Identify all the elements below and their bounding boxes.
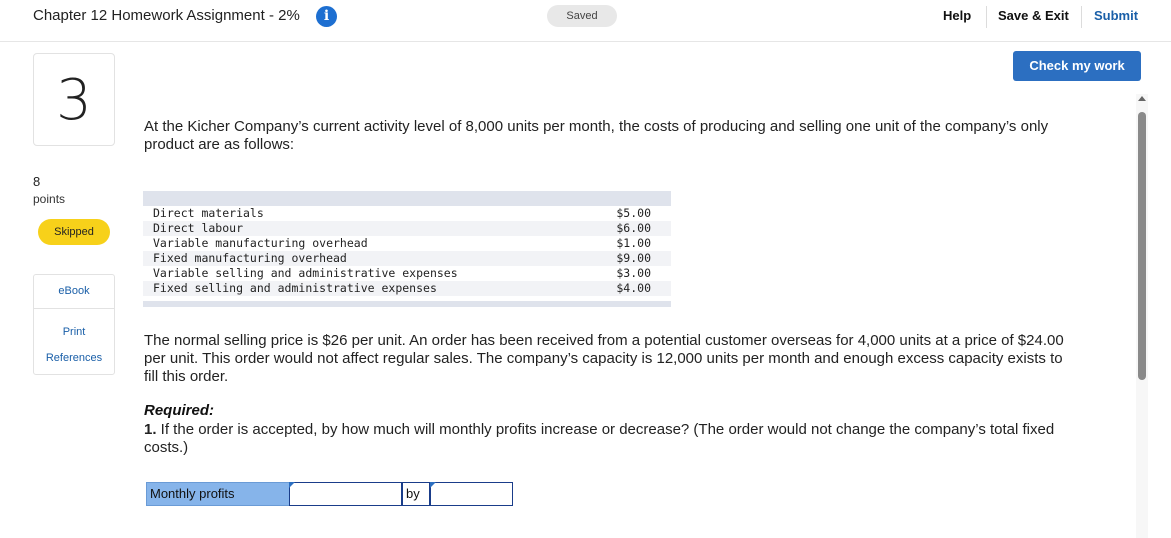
check-my-work-button[interactable]: Check my work <box>1013 51 1141 81</box>
question-number: 3 <box>33 53 115 146</box>
cost-table: Direct materials $5.00 Direct labour $6.… <box>143 191 671 307</box>
question-intro: At the Kicher Company’s current activity… <box>144 118 1049 153</box>
points-label: points <box>33 192 66 206</box>
increase-decrease-select[interactable] <box>289 482 402 506</box>
divider <box>986 6 987 28</box>
cost-value: $3.00 <box>616 266 651 280</box>
table-row: Direct materials $5.00 <box>143 206 671 221</box>
divider <box>1081 6 1082 28</box>
side-links-panel: eBook Print References <box>33 274 115 375</box>
table-row: Variable selling and administrative expe… <box>143 266 671 281</box>
points-value: 8 <box>33 174 41 189</box>
cost-label: Variable selling and administrative expe… <box>153 266 458 280</box>
save-exit-link[interactable]: Save & Exit <box>998 8 1069 23</box>
print-link[interactable]: Print <box>34 309 114 343</box>
cost-value: $9.00 <box>616 251 651 265</box>
question-details: The normal selling price is $26 per unit… <box>144 332 1064 385</box>
required-question-text: If the order is accepted, by how much wi… <box>144 421 1055 456</box>
cost-label: Direct materials <box>153 206 264 220</box>
table-footer-band <box>143 301 671 307</box>
answer-label: Monthly profits <box>146 482 290 506</box>
help-link[interactable]: Help <box>943 8 971 23</box>
table-row: Fixed selling and administrative expense… <box>143 281 671 296</box>
references-link[interactable]: References <box>34 343 114 374</box>
cost-label: Direct labour <box>153 221 244 235</box>
by-label: by <box>402 482 430 506</box>
required-heading: Required: <box>144 402 215 419</box>
table-row: Direct labour $6.00 <box>143 221 671 236</box>
input-marker-icon <box>430 482 436 488</box>
cost-label: Fixed selling and administrative expense… <box>153 281 437 295</box>
cost-value: $4.00 <box>616 281 651 295</box>
table-header-band <box>143 191 671 206</box>
submit-link[interactable]: Submit <box>1094 8 1138 23</box>
scroll-thumb[interactable] <box>1138 112 1146 380</box>
cost-value: $6.00 <box>616 221 651 235</box>
cost-label: Fixed manufacturing overhead <box>153 251 347 265</box>
required-question: 1. If the order is accepted, by how much… <box>144 421 1074 457</box>
skipped-status-badge: Skipped <box>38 219 110 245</box>
ebook-link[interactable]: eBook <box>34 275 114 309</box>
cost-label: Variable manufacturing overhead <box>153 236 368 250</box>
cost-value: $1.00 <box>616 236 651 250</box>
saved-status-badge: Saved <box>547 5 617 27</box>
info-icon[interactable]: i <box>316 6 337 27</box>
top-bar: Chapter 12 Homework Assignment - 2% i Sa… <box>0 0 1171 42</box>
scroll-up-icon[interactable] <box>1138 96 1146 101</box>
table-row: Fixed manufacturing overhead $9.00 <box>143 251 671 266</box>
scrollbar[interactable] <box>1136 94 1148 538</box>
required-number: 1. <box>144 421 157 438</box>
assignment-title: Chapter 12 Homework Assignment - 2% <box>33 7 300 24</box>
amount-input[interactable] <box>430 482 513 506</box>
table-row: Variable manufacturing overhead $1.00 <box>143 236 671 251</box>
cost-value: $5.00 <box>616 206 651 220</box>
dropdown-marker-icon <box>289 482 295 488</box>
